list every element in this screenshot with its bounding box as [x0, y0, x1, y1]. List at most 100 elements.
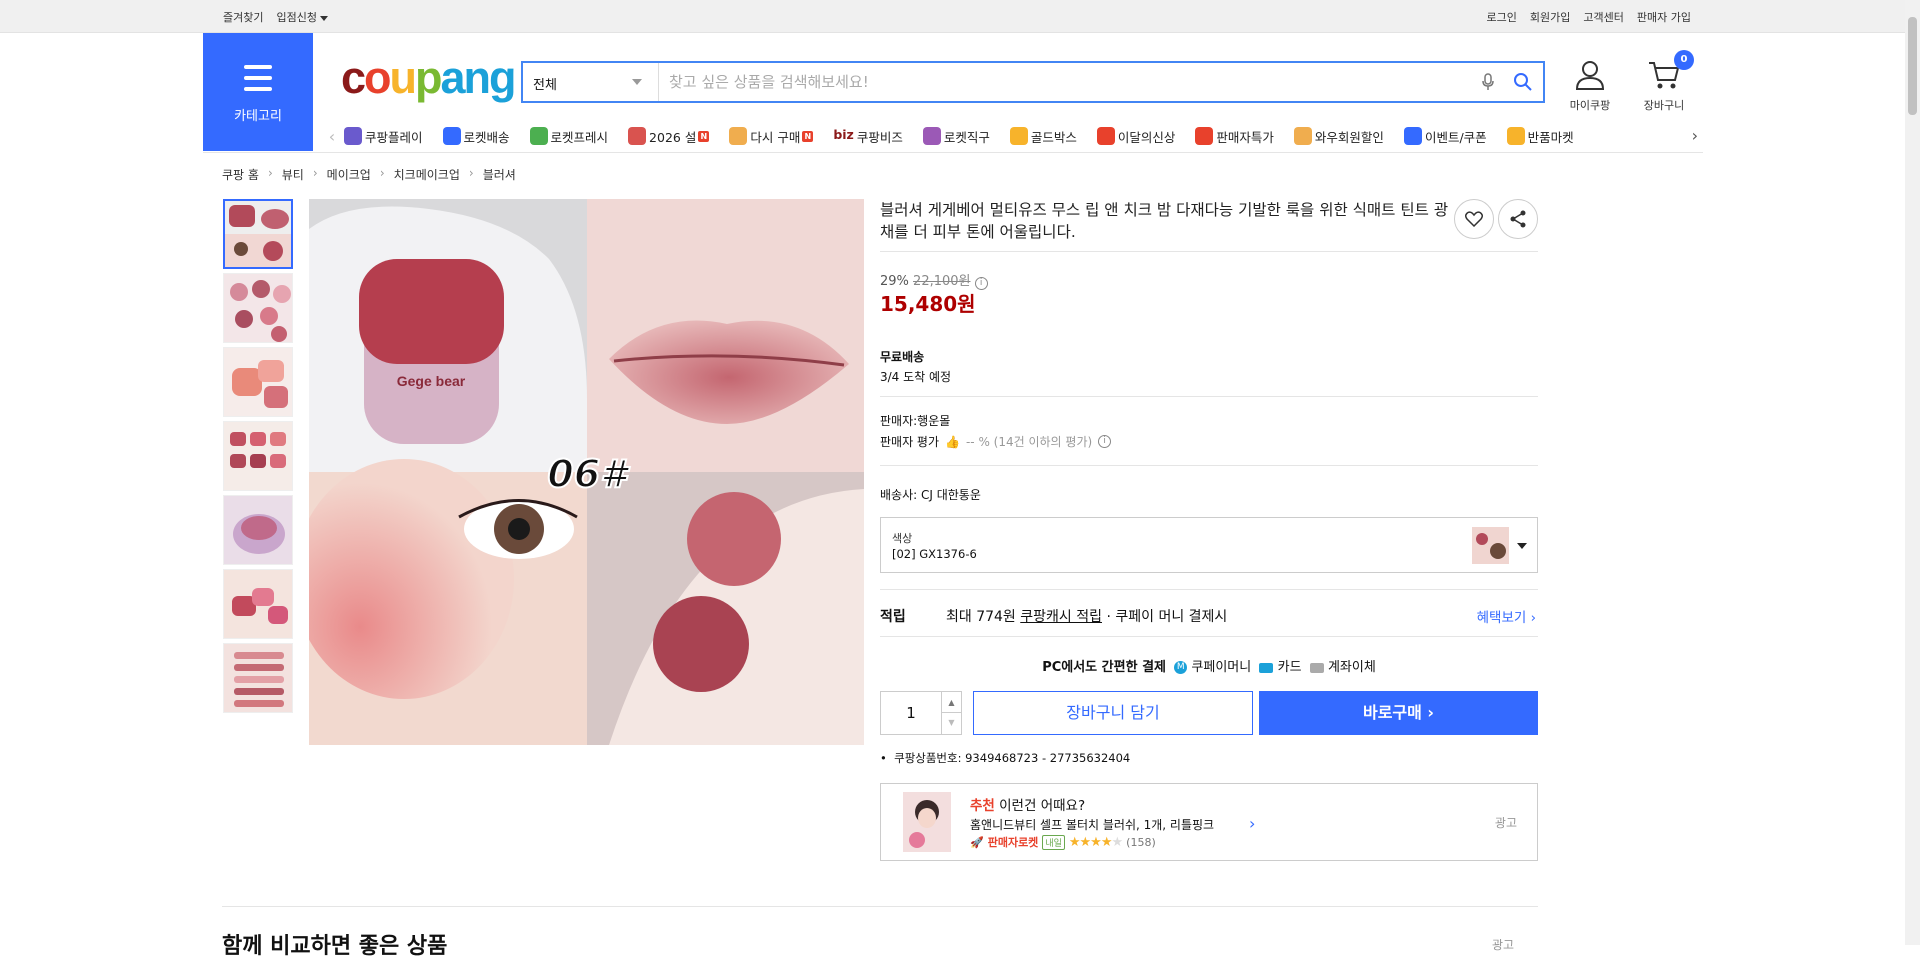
info-icon[interactable]: i: [1098, 435, 1112, 448]
header-divider: [203, 152, 1703, 153]
chevron-right-icon[interactable]: ›: [1249, 814, 1255, 833]
category-shortcut-item[interactable]: 와우회원할인: [1293, 127, 1384, 146]
category-shortcut-item[interactable]: 골드박스: [1009, 127, 1077, 146]
recommend-item-name[interactable]: 홈앤니드뷰티 셀프 볼터치 블러쉬, 1개, 리틀핑크: [970, 816, 1214, 833]
category-shortcut-item[interactable]: 다시 구매 N: [729, 127, 814, 146]
login-link[interactable]: 로그인: [1487, 9, 1517, 25]
breadcrumb-beauty[interactable]: 뷰티: [282, 166, 304, 183]
category-shortcut-item[interactable]: 이달의신상: [1096, 127, 1175, 146]
new-badge: N: [802, 130, 814, 142]
section-divider: [222, 906, 1538, 907]
thumbnail-item[interactable]: [223, 273, 293, 343]
product-number: • 쿠팡상품번호: 9349468723 - 27735632404: [880, 751, 1131, 765]
category-shortcut-item[interactable]: 반품마켓: [1506, 127, 1574, 146]
caret-down-icon: [319, 15, 328, 21]
scrollbar[interactable]: [1905, 0, 1920, 945]
category-shortcut-item[interactable]: 판매자특가: [1195, 127, 1274, 146]
chevron-right-icon[interactable]: ›: [1692, 126, 1698, 145]
category-shortcut-item[interactable]: 2026 설N: [628, 127, 710, 146]
thumbnail-item[interactable]: [223, 421, 293, 491]
category-shortcut-item[interactable]: biz 쿠팡비즈: [833, 127, 903, 146]
category-shortcut-item[interactable]: 이벤트/쿠폰: [1403, 127, 1487, 146]
buy-now-button[interactable]: 바로구매 ›: [1259, 691, 1538, 735]
breadcrumb-blusher[interactable]: 블러셔: [483, 166, 516, 183]
thumbnail-list: [223, 199, 293, 717]
new-bag-icon: [1096, 127, 1115, 145]
category-shortcut-item[interactable]: 쿠팡플레이: [344, 127, 423, 146]
search-input[interactable]: [659, 63, 1473, 101]
decrement-icon[interactable]: ▼: [942, 713, 961, 733]
info-icon[interactable]: i: [974, 277, 988, 290]
arrival-date: 3/4 도착 예정: [880, 370, 952, 384]
gift-icon: [628, 127, 647, 145]
thumbnail-item[interactable]: [223, 347, 293, 417]
color-option-select[interactable]: 색상 [02] GX1376-6: [880, 517, 1538, 573]
chevron-left-icon[interactable]: ‹: [320, 127, 344, 146]
cart-label: 장바구니: [1643, 99, 1685, 112]
seller-signup-link[interactable]: 판매자 가입: [1637, 9, 1691, 25]
global-icon: [922, 127, 941, 145]
benefit-more-link[interactable]: 혜택보기 ›: [1477, 606, 1536, 626]
coupang-cash-link[interactable]: 쿠팡캐시 적립: [1020, 606, 1102, 626]
category-shortcut-item[interactable]: 로켓배송: [442, 127, 510, 146]
product-info-panel: 블러셔 게게베어 멀티유즈 무스 립 앤 치크 밤 다재다능 기발한 룩을 위한…: [880, 199, 1538, 861]
thumbnail-item[interactable]: [223, 569, 293, 639]
quantity-value[interactable]: 1: [881, 704, 941, 722]
rocket-icon: [442, 127, 461, 145]
seller-name[interactable]: 판매자:행운몰: [880, 412, 950, 429]
cart-count-badge: 0: [1674, 50, 1694, 70]
payment-methods: PC에서도 간편한 결제 M 쿠페이머니 카드 계좌이체: [1042, 660, 1376, 675]
quantity-stepper[interactable]: 1 ▲ ▼: [880, 691, 962, 735]
mycoupang-label: 마이쿠팡: [1569, 99, 1611, 112]
add-to-cart-button[interactable]: 장바구니 담기: [973, 691, 1253, 735]
seller-apply-link[interactable]: 입점신청: [276, 9, 328, 25]
option-value: [02] GX1376-6: [892, 547, 977, 561]
recommend-product-image[interactable]: [903, 792, 951, 852]
category-shortcut-item[interactable]: 로켓직구: [922, 127, 990, 146]
category-shortcut-item[interactable]: 로켓프레시: [529, 127, 608, 146]
bookmark-link[interactable]: 즐겨찾기: [223, 9, 263, 25]
coupay-icon: M: [1174, 661, 1188, 674]
thumbnail-item[interactable]: [223, 495, 293, 565]
breadcrumb-cheek[interactable]: 치크메이크업: [394, 166, 460, 183]
biz-icon: biz: [833, 127, 854, 142]
customer-center-link[interactable]: 고객센터: [1583, 9, 1623, 25]
ad-label: 광고: [1494, 816, 1517, 830]
category-menu-button[interactable]: 카테고리: [203, 33, 313, 151]
recommendation-card[interactable]: 추천 이런건 어때요? 홈앤니드뷰티 셀프 볼터치 블러쉬, 1개, 리틀핑크 …: [880, 783, 1538, 861]
search-scope-select[interactable]: 전체: [523, 63, 659, 101]
coupang-logo[interactable]: coupang: [341, 52, 517, 104]
thumbnail-item[interactable]: [223, 643, 293, 713]
increment-icon[interactable]: ▲: [942, 692, 961, 713]
wow-icon: [1293, 127, 1312, 145]
main-product-image[interactable]: Gege bear 06#: [309, 199, 864, 745]
play-icon: [344, 127, 362, 145]
signup-link[interactable]: 회원가입: [1530, 9, 1570, 25]
search-icon[interactable]: [1503, 63, 1543, 101]
thumbnail-item[interactable]: [223, 199, 293, 269]
brand-text: Gege bear: [397, 373, 466, 389]
new-badge: N: [698, 130, 710, 142]
category-label: 카테고리: [234, 109, 282, 124]
share-icon: [1510, 210, 1526, 228]
bank-icon: [1309, 662, 1324, 673]
share-button[interactable]: [1498, 199, 1538, 239]
mycoupang-button[interactable]: 마이쿠팡: [1565, 60, 1615, 113]
cart-button[interactable]: 0 장바구니: [1636, 50, 1694, 113]
discount-info: 29% 22,100원 i: [880, 270, 988, 290]
scrollbar-thumb[interactable]: [1908, 17, 1917, 115]
reward-row: 적립 최대 774원 쿠팡캐시 적립 · 쿠페이 머니 결제시 혜택보기 ›: [880, 606, 1538, 626]
user-icon: [1575, 61, 1605, 90]
search-bar: 전체: [521, 61, 1545, 103]
recommend-meta: 🚀 판매자로켓 내일 ★★★★★ (158): [970, 834, 1156, 850]
divider: [880, 636, 1538, 637]
breadcrumb-home[interactable]: 쿠팡 홈: [222, 166, 259, 183]
option-swatch-image: [1472, 527, 1509, 564]
breadcrumb: 쿠팡 홈 › 뷰티 › 메이크업 › 치크메이크업 › 블러셔: [222, 166, 516, 183]
favorite-button[interactable]: [1454, 199, 1494, 239]
divider: [880, 589, 1538, 590]
percent-icon: [1195, 127, 1214, 145]
breadcrumb-makeup[interactable]: 메이크업: [327, 166, 371, 183]
microphone-icon[interactable]: [1473, 63, 1503, 101]
free-shipping: 무료배송: [880, 350, 925, 364]
